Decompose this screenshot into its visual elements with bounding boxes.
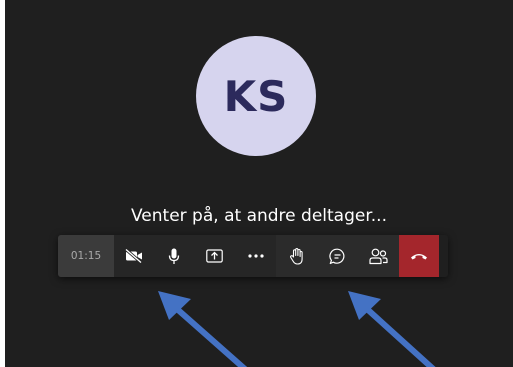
raise-hand-button[interactable] — [276, 235, 317, 277]
camera-toggle-button[interactable] — [114, 235, 153, 277]
media-controls-group — [114, 235, 276, 277]
more-options-button[interactable] — [235, 235, 276, 277]
microphone-icon — [168, 248, 179, 264]
share-screen-icon — [206, 249, 223, 263]
avatar-initials: KS — [223, 71, 289, 121]
call-timer: 01:15 — [58, 235, 114, 277]
collaboration-controls-group — [276, 235, 439, 277]
annotation-arrow-right — [348, 291, 436, 367]
raise-hand-icon — [289, 247, 303, 265]
hang-up-button[interactable] — [399, 235, 439, 277]
avatar: KS — [196, 36, 316, 156]
participants-icon — [369, 248, 388, 264]
hang-up-icon — [411, 253, 427, 259]
participants-button[interactable] — [358, 235, 399, 277]
chat-icon — [329, 248, 345, 264]
waiting-status-text: Venter på, at andre deltager... — [131, 206, 387, 226]
chat-button[interactable] — [317, 235, 358, 277]
call-control-bar: 01:15 — [58, 235, 448, 277]
more-options-icon — [247, 254, 264, 258]
share-screen-button[interactable] — [194, 235, 235, 277]
microphone-button[interactable] — [153, 235, 194, 277]
annotation-arrow-left — [158, 291, 248, 367]
camera-off-icon — [124, 249, 142, 263]
meeting-stage: KS Venter på, at andre deltager... 01:15 — [5, 0, 513, 367]
